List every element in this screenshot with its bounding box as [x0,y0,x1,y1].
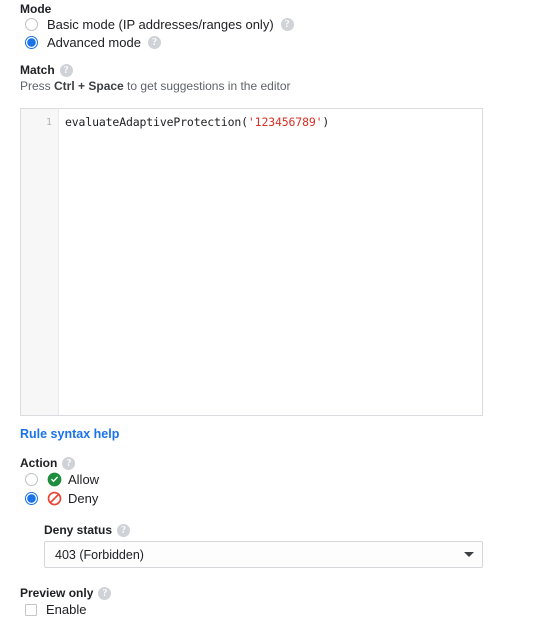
block-icon [47,491,62,506]
code-token-close-paren: ) [322,115,330,129]
radio-action-allow-indicator[interactable] [25,473,38,486]
radio-action-allow[interactable]: Allow [20,470,99,489]
radio-basic-mode-label: Basic mode (IP addresses/ranges only) [47,16,274,32]
radio-action-deny-indicator[interactable] [25,492,38,505]
chevron-down-icon[interactable] [464,552,474,557]
help-icon-preview-only[interactable]: ? [98,586,112,600]
preview-only-label: Preview only ? [20,586,112,600]
radio-basic-mode[interactable]: Basic mode (IP addresses/ranges only) ? [20,15,294,34]
match-hint-prefix: Press [20,79,55,93]
mode-label-text: Mode [20,2,52,16]
preview-only-label-text: Preview only [20,586,94,600]
help-icon-match[interactable]: ? [59,63,73,77]
match-hint: Press Ctrl + Space to get suggestions in… [20,78,291,94]
editor-line-number: 1 [45,117,52,128]
radio-action-deny-label: Deny [68,490,99,506]
match-hint-shortcut: Ctrl + Space [54,79,124,93]
match-code-editor[interactable]: 1 evaluateAdaptiveProtection('123456789'… [20,108,483,416]
code-token-string: '123456789' [247,115,323,129]
help-icon-advanced-mode[interactable]: ? [147,36,161,49]
deny-status-label-text: Deny status [44,523,113,537]
match-section-label: Match ? [20,63,73,77]
code-token-function: evaluateAdaptiveProtection( [65,115,248,129]
editor-code-area[interactable]: evaluateAdaptiveProtection('123456789') [59,109,482,415]
mode-section-label: Mode [20,2,51,16]
radio-advanced-mode-label: Advanced mode [47,34,141,50]
help-icon-action[interactable]: ? [62,456,76,470]
radio-advanced-mode[interactable]: Advanced mode ? [20,33,161,52]
help-icon-basic-mode[interactable]: ? [280,18,294,31]
action-label-text: Action [20,456,58,470]
checkbox-enable-label: Enable [46,601,87,617]
radio-action-deny[interactable]: Deny [20,489,98,508]
match-label-text: Match [20,63,55,77]
check-circle-icon [47,472,62,487]
editor-line-number-gutter: 1 [21,109,59,415]
help-icon-deny-status[interactable]: ? [117,523,131,537]
match-hint-suffix: to get suggestions in the editor [123,79,291,93]
deny-status-label: Deny status ? [44,523,131,537]
radio-basic-mode-indicator[interactable] [25,18,38,31]
rule-syntax-help-link[interactable]: Rule syntax help [20,427,119,442]
checkbox-enable-indicator[interactable] [25,603,37,616]
deny-status-select[interactable]: 403 (Forbidden) [44,541,483,568]
radio-action-allow-label: Allow [68,471,100,487]
deny-status-selected-value: 403 (Forbidden) [55,547,144,562]
radio-advanced-mode-indicator[interactable] [25,36,38,49]
action-section-label: Action ? [20,456,76,470]
checkbox-preview-only-enable[interactable]: Enable [20,600,86,619]
